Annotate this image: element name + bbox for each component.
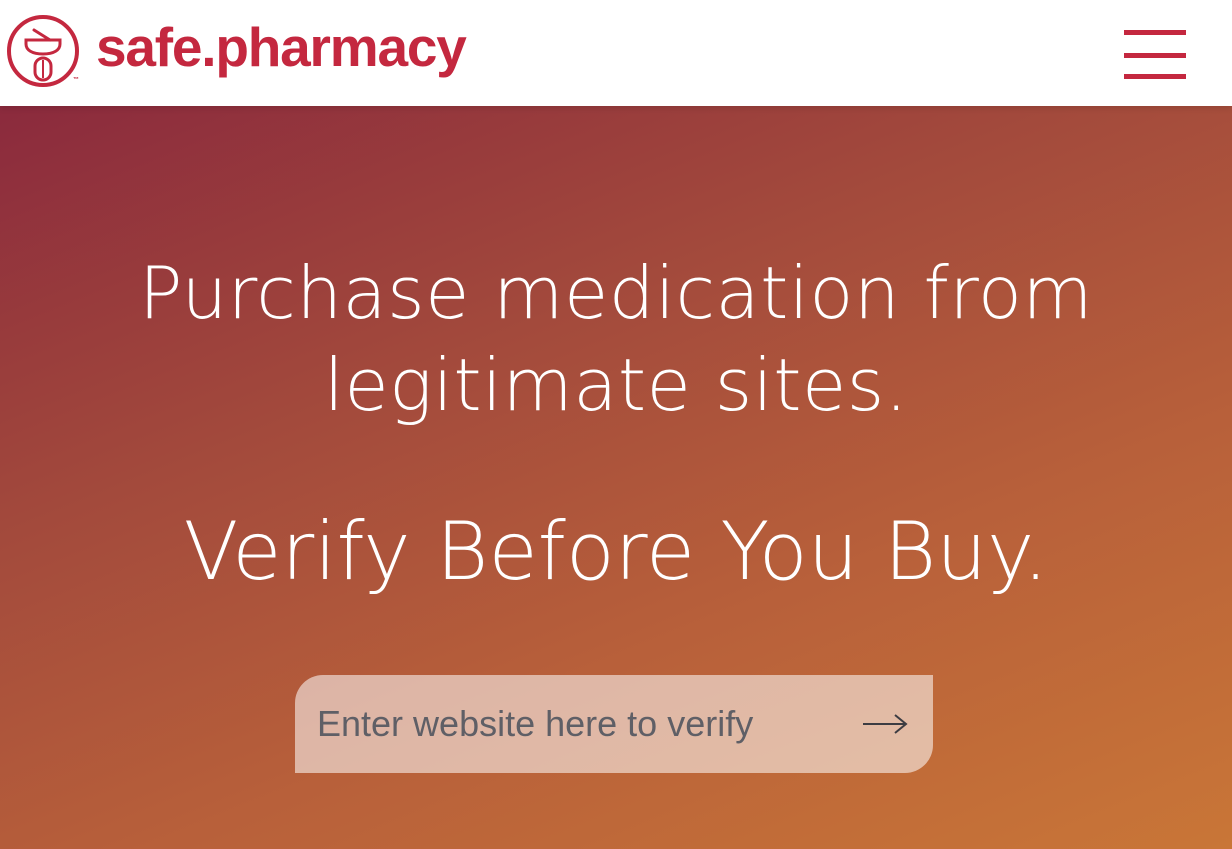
site-logo[interactable]: ™ safe.pharmacy [6, 14, 467, 90]
logo-wordmark: safe.pharmacy [96, 15, 467, 78]
site-header: ™ safe.pharmacy [0, 0, 1232, 106]
headline-line-2: legitimate sites. [323, 343, 909, 427]
menu-bar-bottom [1124, 74, 1186, 79]
website-verify-input[interactable] [295, 675, 837, 773]
headline-line-1: Purchase medication from [138, 251, 1094, 335]
hero-tagline: Verify Before You Buy. [183, 505, 1049, 598]
menu-bar-middle [1124, 53, 1186, 58]
arrow-right-icon [863, 714, 908, 734]
trademark-symbol: ™ [73, 77, 79, 83]
hero-headline: Purchase medication from legitimate site… [0, 247, 1232, 431]
hero-section: Purchase medication from legitimate site… [0, 106, 1232, 849]
verify-submit-button[interactable] [837, 675, 933, 773]
hamburger-menu-button[interactable] [1120, 28, 1190, 84]
verify-search-form [295, 675, 933, 773]
mortar-pestle-logo-icon [7, 15, 79, 87]
menu-bar-top [1124, 30, 1186, 35]
